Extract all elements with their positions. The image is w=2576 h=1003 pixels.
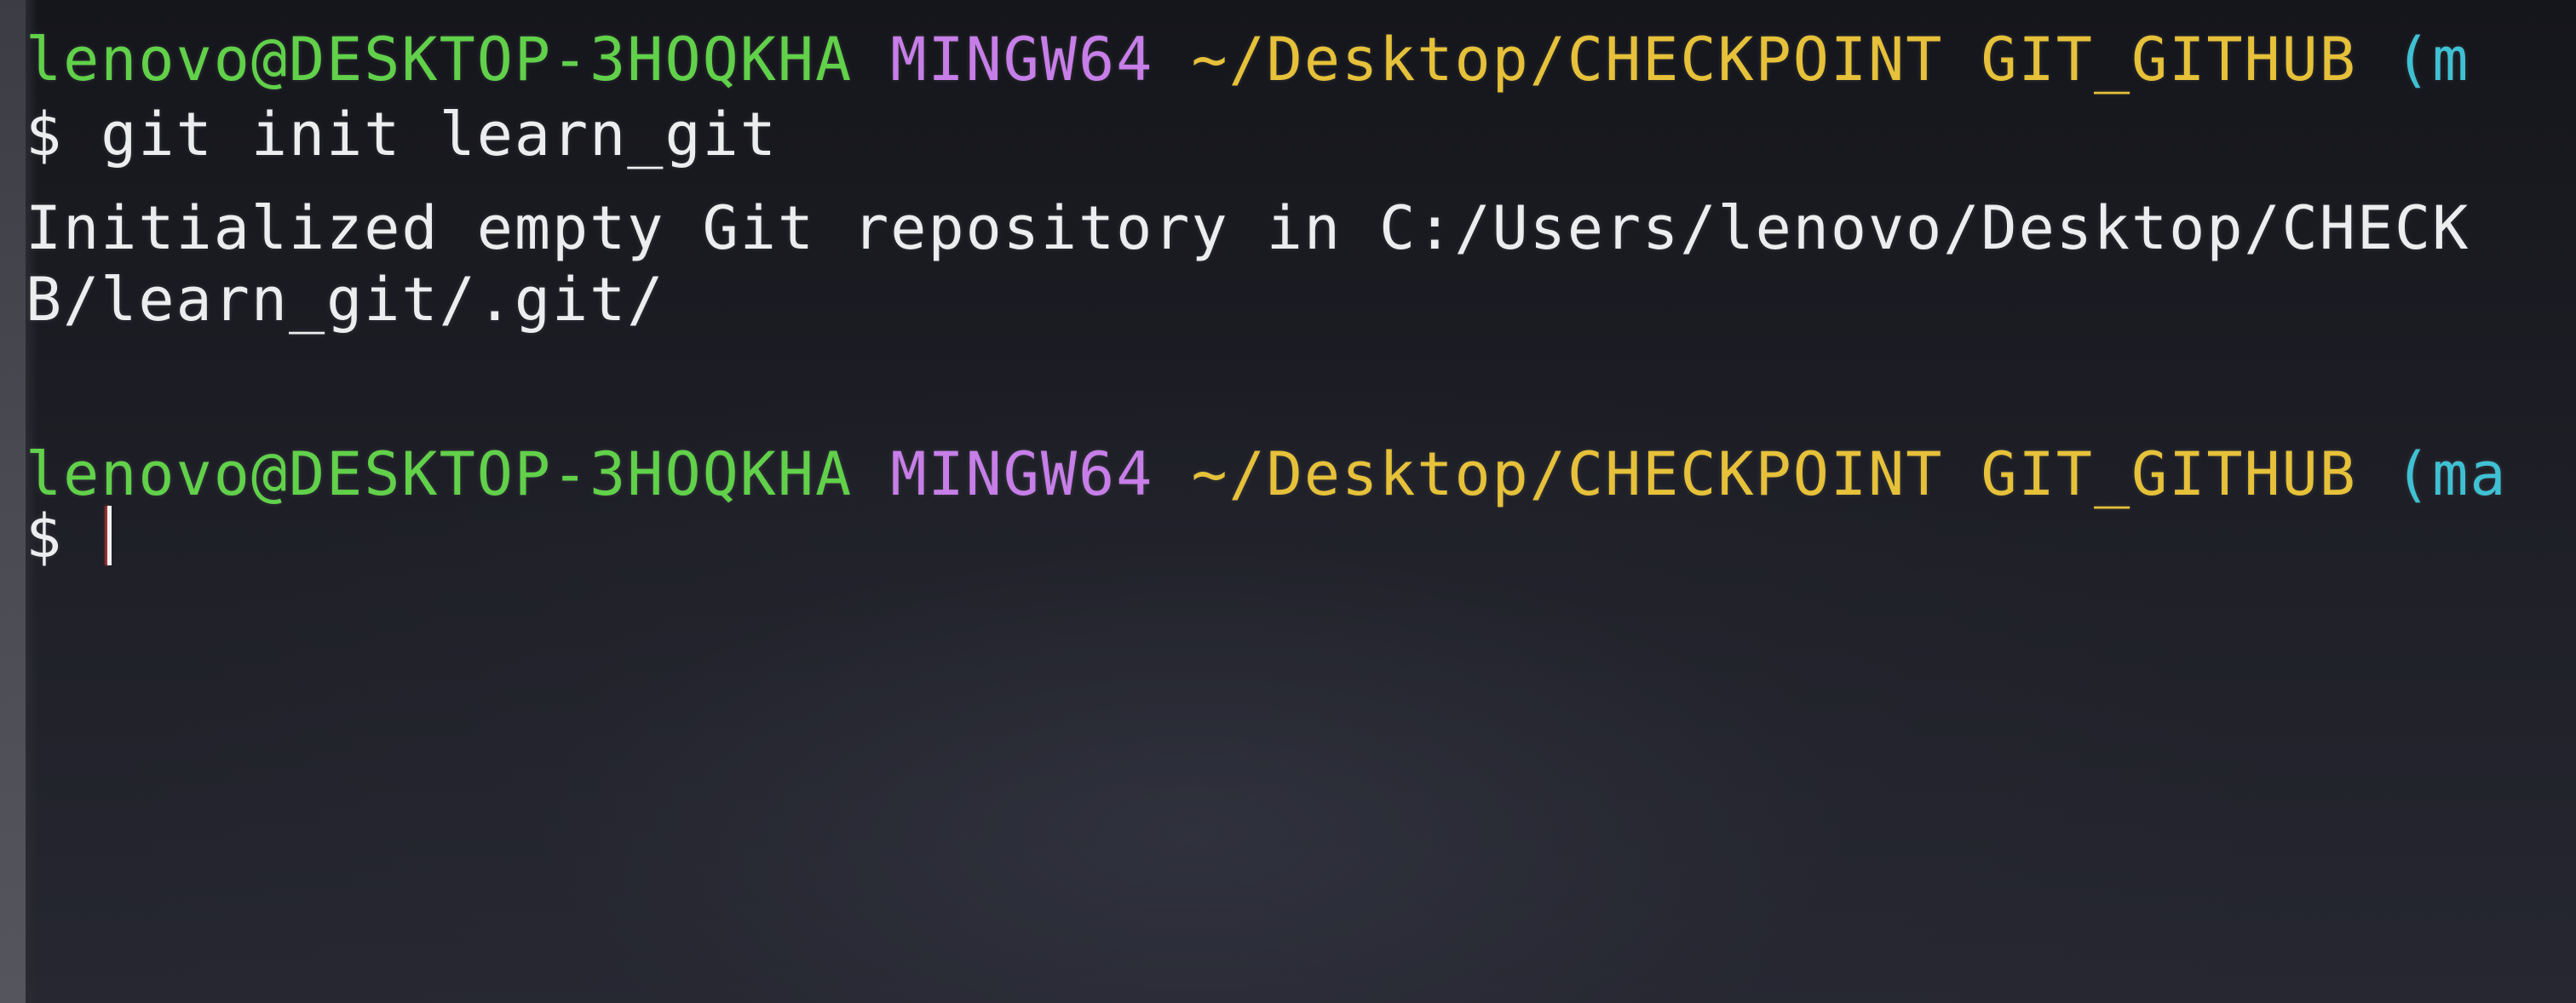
prompt-environment: MINGW64	[890, 439, 1154, 509]
prompt-line-1: lenovo@DESKTOP-3HOQKHA MINGW64 ~/Desktop…	[26, 26, 2470, 94]
prompt-path: ~/Desktop/CHECKPOINT GIT_GITHUB	[1191, 25, 2357, 95]
output-line-1: Initialized empty Git repository in C:/U…	[26, 193, 2470, 263]
prompt-path: ~/Desktop/CHECKPOINT GIT_GITHUB	[1191, 439, 2357, 509]
terminal-window[interactable]: lenovo@DESKTOP-3HOQKHA MINGW64 ~/Desktop…	[0, 0, 2576, 1003]
prompt-branch: (ma	[2395, 439, 2508, 509]
command-line-1: $ git init learn_git	[26, 100, 778, 169]
prompt-symbol: $	[26, 502, 64, 571]
terminal-screen[interactable]: lenovo@DESKTOP-3HOQKHA MINGW64 ~/Desktop…	[26, 0, 2576, 1003]
output-line-2: B/learn_git/.git/	[26, 265, 665, 335]
prompt-user-host: lenovo@DESKTOP-3HOQKHA	[26, 25, 854, 95]
prompt-line-2: lenovo@DESKTOP-3HOQKHA MINGW64 ~/Desktop…	[26, 440, 2508, 508]
command-input-line[interactable]: $	[26, 502, 112, 570]
prompt-environment: MINGW64	[890, 25, 1154, 95]
monitor-bezel	[0, 0, 26, 1003]
text-cursor	[107, 506, 112, 565]
prompt-branch: (m	[2395, 25, 2470, 95]
prompt-user-host: lenovo@DESKTOP-3HOQKHA	[26, 439, 854, 509]
